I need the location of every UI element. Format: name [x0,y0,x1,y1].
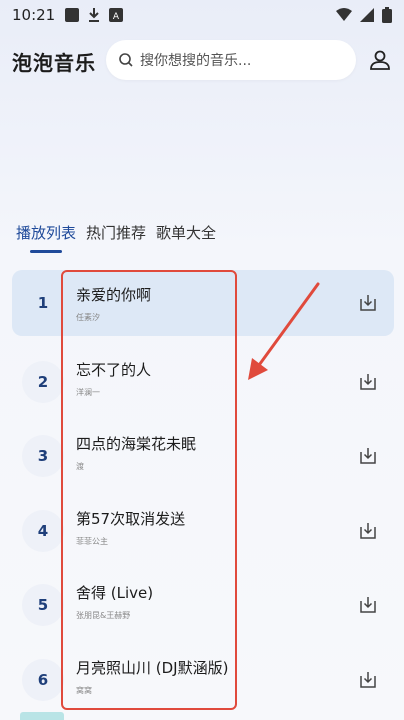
list-item[interactable]: 5 舍得 (Live) 张朋昆&王赫野 [12,568,394,643]
status-time: 10:21 [12,6,56,24]
download-icon[interactable] [358,293,378,313]
annotation-arrow-icon [248,282,320,380]
song-title: 第57次取消发送 [76,509,186,528]
song-artist: 张朋昆&王赫野 [76,611,131,620]
song-artist: 菲菲公主 [76,536,108,546]
status-bar: 10:21 A [0,0,404,30]
search-placeholder: 搜你想搜的音乐... [140,53,252,69]
search-input[interactable]: 搜你想搜的音乐... [106,40,356,80]
song-number: 4 [22,509,64,552]
download-icon[interactable] [358,595,378,615]
wifi-icon [336,8,352,21]
tab-hot-recommend[interactable]: 热门推荐 [86,222,146,249]
song-list: 1 亲爱的你啊 任素汐 2 忘不了的人 洋澜一 3 四点的海棠花未眠 渡 4 第… [12,270,394,717]
download-status-icon [89,8,100,22]
list-item[interactable]: 2 忘不了的人 洋澜一 [12,345,394,420]
signal-icon [360,8,374,22]
battery-icon [382,7,392,23]
app-title: 泡泡音乐 [12,50,96,75]
tab-bar: 播放列表 热门推荐 歌单大全 [16,222,216,253]
song-number: 5 [22,584,64,627]
song-artist: 窝窝 [76,685,92,695]
album-thumbnail[interactable] [20,712,64,720]
song-artist: 洋澜一 [76,387,100,397]
list-item[interactable]: 6 月亮照山川 (DJ默涵版) 窝窝 [12,643,394,718]
song-title: 四点的海棠花未眠 [76,435,197,453]
song-number: 1 [37,294,49,312]
download-icon[interactable] [358,521,378,541]
list-item[interactable]: 4 第57次取消发送 菲菲公主 [12,494,394,569]
song-artist: 任素汐 [76,313,100,322]
list-item[interactable]: 3 四点的海棠花未眠 渡 [12,419,394,494]
download-icon[interactable] [358,446,378,466]
search-icon [119,53,133,67]
song-number: 3 [22,435,64,478]
user-icon[interactable] [368,48,392,72]
list-item[interactable]: 1 亲爱的你啊 任素汐 [12,270,394,336]
song-number: 2 [22,360,64,403]
tab-song-collections[interactable]: 歌单大全 [156,222,216,249]
download-icon[interactable] [358,372,378,392]
song-title: 亲爱的你啊 [76,286,152,304]
song-title: 月亮照山川 (DJ默涵版) [76,658,229,677]
song-title: 忘不了的人 [76,360,152,379]
tab-playlist[interactable]: 播放列表 [16,222,76,253]
song-number: 6 [22,658,64,701]
song-artist: 渡 [76,462,84,471]
notification-icon [65,8,80,22]
header: 泡泡音乐 搜你想搜的音乐... [0,38,404,84]
svg-text:A: A [113,12,120,22]
app-status-icon: A [109,8,124,22]
download-icon[interactable] [358,670,378,690]
song-title: 舍得 (Live) [76,584,154,602]
